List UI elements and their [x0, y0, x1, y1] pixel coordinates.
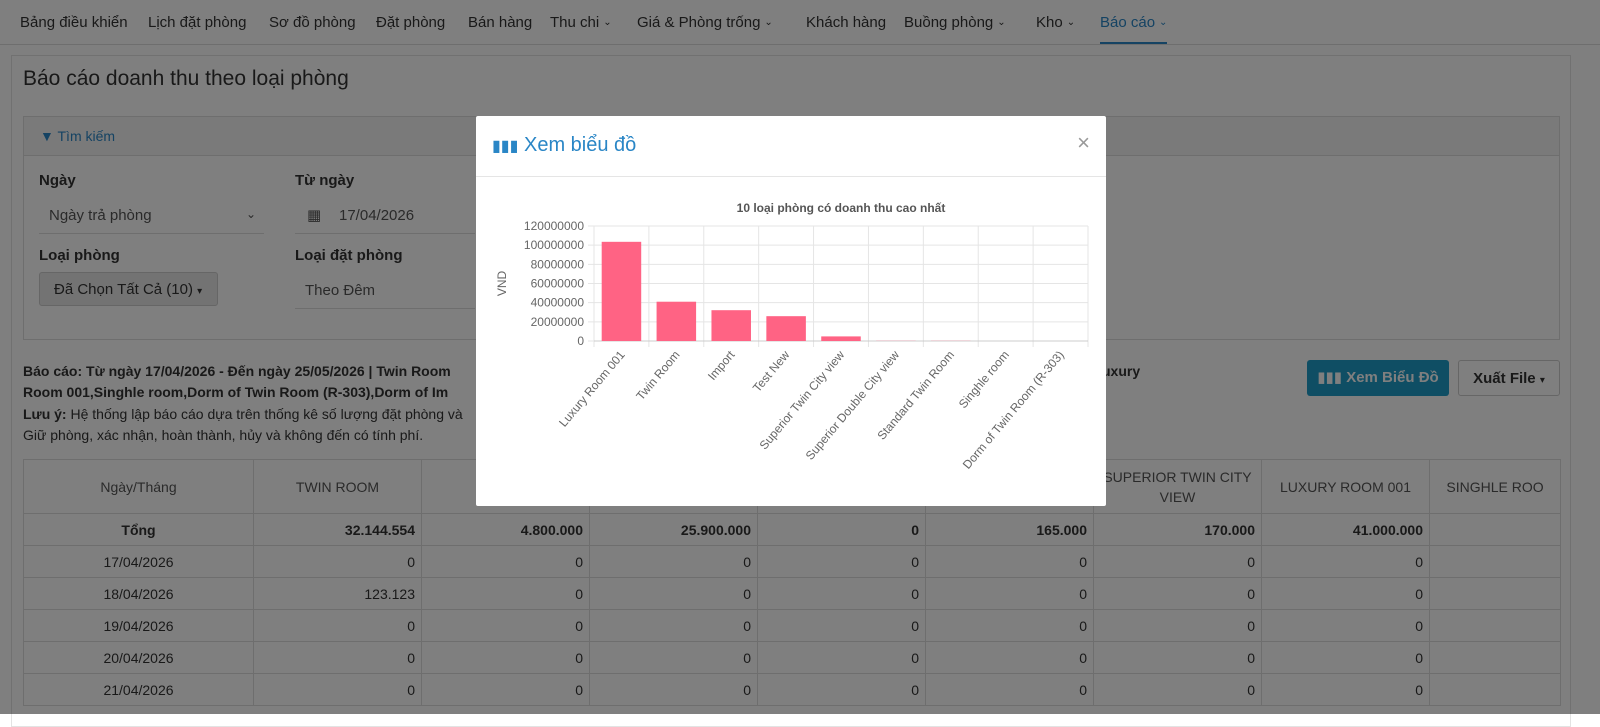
- close-icon[interactable]: ×: [1077, 130, 1090, 156]
- bar: [602, 242, 642, 341]
- modal-title-text: Xem biểu đồ: [524, 134, 636, 156]
- bar-chart-icon: ▮▮▮: [492, 138, 518, 155]
- chart-title: 10 loại phòng có doanh thu cao nhất: [737, 201, 946, 215]
- bar: [766, 316, 806, 341]
- bar: [657, 302, 697, 341]
- bar: [821, 336, 861, 341]
- x-tick-label: Import: [705, 347, 738, 383]
- chart-modal: ▮▮▮ Xem biểu đồ × 10 loại phòng có doanh…: [476, 116, 1106, 506]
- y-tick-label: 100000000: [524, 238, 584, 252]
- x-tick-label: Superior Double City view: [803, 348, 903, 463]
- bar: [711, 310, 751, 341]
- modal-title: ▮▮▮ Xem biểu đồ: [492, 134, 636, 157]
- y-tick-label: 60000000: [531, 277, 585, 291]
- y-tick-label: 0: [577, 334, 584, 348]
- x-tick-label: Singhle room: [956, 348, 1012, 411]
- modal-header: ▮▮▮ Xem biểu đồ ×: [476, 116, 1106, 177]
- x-tick-label: Luxury Room 001: [556, 348, 628, 430]
- x-tick-label: Twin Room: [633, 348, 682, 403]
- y-tick-label: 80000000: [531, 257, 585, 271]
- x-tick-label: Dorm of Twin Room (R-303): [960, 348, 1067, 472]
- revenue-bar-chart: 10 loại phòng có doanh thu cao nhất VND 0 2…: [476, 176, 1106, 506]
- x-tick-label: Test New: [750, 348, 793, 395]
- y-tick-label: 120000000: [524, 219, 584, 233]
- y-axis-label: VND: [495, 271, 509, 297]
- y-tick-label: 40000000: [531, 296, 585, 310]
- y-tick-label: 20000000: [531, 315, 585, 329]
